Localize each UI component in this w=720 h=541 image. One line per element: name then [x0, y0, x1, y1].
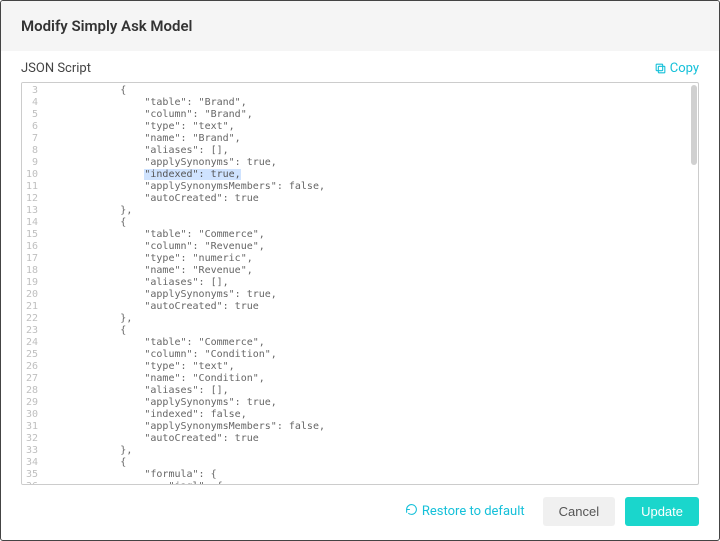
line-number-gutter: 3 4 5 6 7 8 9 10 11 12 13 14 15 16 17 18…	[22, 83, 44, 484]
code-area[interactable]: { "table": "Brand", "column": "Brand", "…	[44, 83, 698, 484]
restore-label: Restore to default	[422, 504, 525, 519]
cancel-button[interactable]: Cancel	[543, 497, 615, 526]
update-button[interactable]: Update	[625, 497, 699, 526]
modal-subheader: JSON Script Copy	[1, 51, 719, 82]
modal-footer: Restore to default Cancel Update	[1, 485, 719, 540]
modal: Modify Simply Ask Model JSON Script Copy…	[0, 0, 720, 541]
scrollbar-thumb[interactable]	[691, 85, 697, 165]
refresh-icon	[405, 503, 418, 520]
modal-header: Modify Simply Ask Model	[1, 1, 719, 51]
json-script-label: JSON Script	[21, 61, 91, 76]
code-editor[interactable]: 3 4 5 6 7 8 9 10 11 12 13 14 15 16 17 18…	[21, 82, 699, 485]
vertical-scrollbar[interactable]	[690, 83, 698, 484]
code-lines: { "table": "Brand", "column": "Brand", "…	[44, 83, 698, 484]
copy-icon	[654, 62, 667, 75]
modal-title: Modify Simply Ask Model	[21, 17, 192, 35]
copy-button[interactable]: Copy	[654, 61, 699, 76]
copy-label: Copy	[670, 61, 699, 76]
restore-default-button[interactable]: Restore to default	[405, 503, 525, 520]
